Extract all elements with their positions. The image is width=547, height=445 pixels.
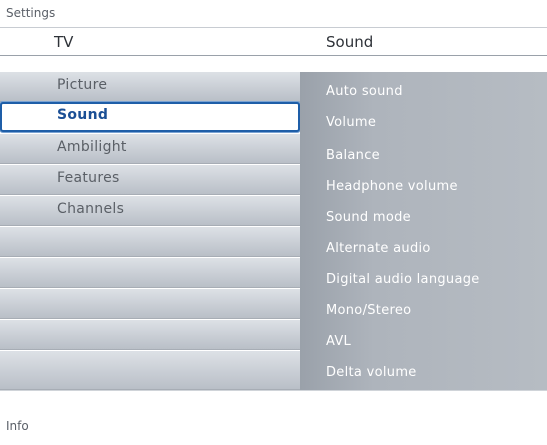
- menu-item-empty: [0, 289, 300, 319]
- submenu-item-avl[interactable]: AVL: [300, 327, 547, 358]
- submenu-item-label: Volume: [326, 115, 377, 130]
- menu-item-empty: [0, 227, 300, 257]
- info-label: Info: [6, 419, 29, 433]
- left-menu-header: TV: [54, 33, 74, 51]
- title-bar: Settings: [0, 0, 547, 28]
- menu-header: TV Sound: [0, 28, 547, 56]
- submenu-item-label: Alternate audio: [326, 241, 431, 256]
- left-menu: Picture Sound Ambilight Features Channel…: [0, 72, 300, 390]
- menu-item-features[interactable]: Features: [0, 165, 300, 195]
- submenu-item-alternate-audio[interactable]: Alternate audio: [300, 234, 547, 265]
- submenu-item-label: Sound mode: [326, 210, 411, 225]
- submenu-item-volume[interactable]: Volume: [300, 108, 547, 139]
- right-submenu: Auto sound Volume Balance Headphone volu…: [300, 72, 547, 390]
- menu-item-label: Features: [57, 170, 120, 186]
- menu-item-empty: [0, 320, 300, 350]
- menu-item-sound[interactable]: Sound: [0, 102, 300, 132]
- menu-item-channels[interactable]: Channels: [0, 196, 300, 226]
- submenu-item-delta-volume[interactable]: Delta volume: [300, 358, 547, 389]
- submenu-item-label: Delta volume: [326, 365, 417, 380]
- tv-settings-screen: Settings TV Sound Picture Sound Ambiligh…: [0, 0, 547, 445]
- menu-item-label: Ambilight: [57, 139, 127, 155]
- submenu-item-headphone-volume[interactable]: Headphone volume: [300, 172, 547, 203]
- submenu-item-label: Mono/Stereo: [326, 303, 412, 318]
- info-bar: Info: [0, 390, 547, 445]
- submenu-item-label: Balance: [326, 148, 380, 163]
- submenu-item-label: AVL: [326, 334, 352, 349]
- submenu-item-auto-sound[interactable]: Auto sound: [300, 77, 547, 108]
- submenu-item-mono-stereo[interactable]: Mono/Stereo: [300, 296, 547, 327]
- menu-item-empty: [0, 258, 300, 288]
- menu-item-picture[interactable]: Picture: [0, 72, 300, 102]
- submenu-item-label: Auto sound: [326, 84, 403, 99]
- screen-title: Settings: [6, 6, 56, 20]
- menu-item-label: Channels: [57, 201, 125, 217]
- menu-item-label: Sound: [57, 107, 109, 123]
- menu-item-ambilight[interactable]: Ambilight: [0, 134, 300, 164]
- right-menu-header: Sound: [326, 33, 374, 51]
- menu-item-empty: [0, 351, 300, 390]
- submenu-item-label: Digital audio language: [326, 272, 480, 287]
- submenu-item-label: Headphone volume: [326, 179, 458, 194]
- submenu-item-balance[interactable]: Balance: [300, 141, 547, 172]
- submenu-item-digital-audio-language[interactable]: Digital audio language: [300, 265, 547, 296]
- menu-item-label: Picture: [57, 77, 108, 93]
- submenu-item-sound-mode[interactable]: Sound mode: [300, 203, 547, 234]
